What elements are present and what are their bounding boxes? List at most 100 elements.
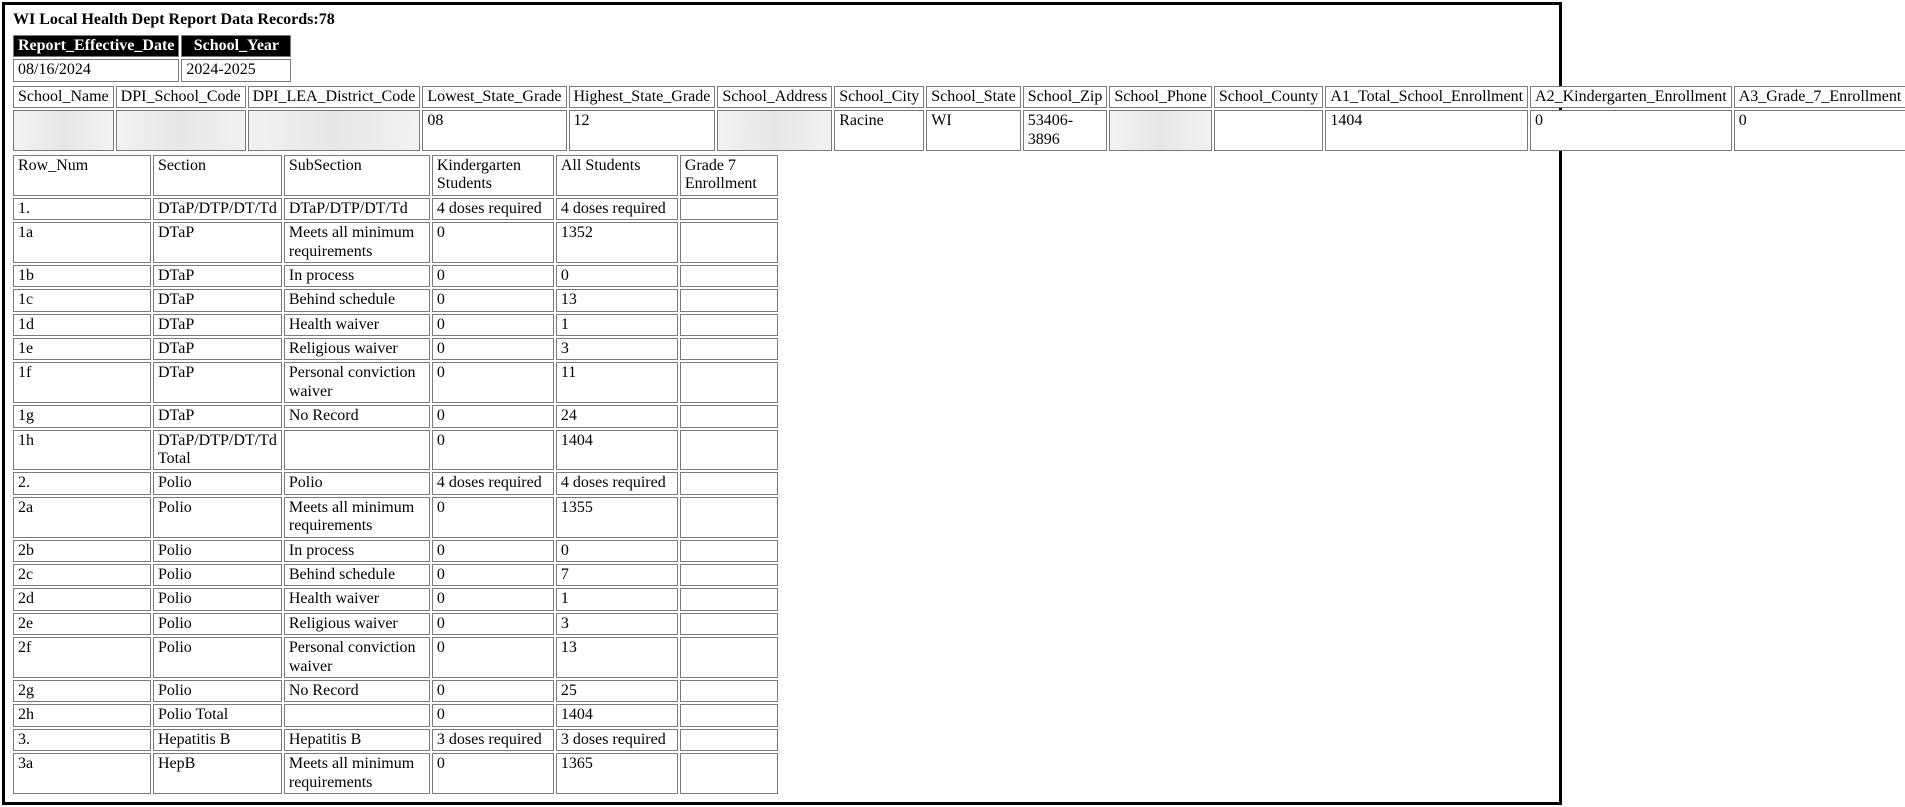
school-val-8: 53406-3896 xyxy=(1023,110,1108,151)
detail-cell xyxy=(680,637,778,678)
school-col-high-grade: Highest_State_Grade xyxy=(569,86,716,108)
table-row: 2aPolioMeets all minimum requirements013… xyxy=(13,497,778,538)
detail-cell: 2g xyxy=(13,680,151,702)
detail-cell: 1a xyxy=(13,222,151,263)
detail-cell xyxy=(680,753,778,794)
school-col-address: School_Address xyxy=(717,86,832,108)
detail-cell: Meets all minimum requirements xyxy=(284,497,430,538)
detail-cell xyxy=(680,222,778,263)
detail-cell: Meets all minimum requirements xyxy=(284,222,430,263)
school-val-13: 0 xyxy=(1734,110,1905,151)
detail-cell: DTaP/DTP/DT/Td xyxy=(284,198,430,220)
school-val-3: 08 xyxy=(422,110,566,151)
detail-cell xyxy=(680,362,778,403)
detail-cell: 0 xyxy=(432,338,554,360)
school-col-a1: A1_Total_School_Enrollment xyxy=(1325,86,1528,108)
detail-cell: 3. xyxy=(13,729,151,751)
detail-cell: 0 xyxy=(432,222,554,263)
detail-cell: No Record xyxy=(284,680,430,702)
detail-cell: 2c xyxy=(13,564,151,586)
page-title: WI Local Health Dept Report Data Records… xyxy=(11,9,1553,33)
detail-cell: Polio xyxy=(153,613,282,635)
detail-col-grade7: Grade 7 Enrollment xyxy=(680,155,778,196)
immunization-detail-table: Row_Num Section SubSection Kindergarten … xyxy=(11,153,780,796)
detail-cell: 4 doses required xyxy=(432,472,554,494)
school-col-dpi-lea: DPI_LEA_District_Code xyxy=(248,86,421,108)
detail-cell: DTaP xyxy=(153,338,282,360)
detail-cell: Polio Total xyxy=(153,704,282,726)
table-row: 2gPolioNo Record025 xyxy=(13,680,778,702)
detail-cell xyxy=(680,289,778,311)
detail-cell: 2d xyxy=(13,588,151,610)
detail-cell xyxy=(680,588,778,610)
detail-col-kinder: Kindergarten Students xyxy=(432,155,554,196)
detail-cell xyxy=(680,472,778,494)
detail-cell: 24 xyxy=(556,405,678,427)
hdr-col-school-year: School_Year xyxy=(181,35,291,57)
hdr-val-report-effective-date: 08/16/2024 xyxy=(13,59,179,81)
school-val-7: WI xyxy=(926,110,1020,151)
detail-cell: 4 doses required xyxy=(432,198,554,220)
detail-cell: DTaP xyxy=(153,289,282,311)
table-row: 1cDTaPBehind schedule013 xyxy=(13,289,778,311)
detail-cell: 13 xyxy=(556,637,678,678)
school-val-9 xyxy=(1109,110,1211,151)
detail-cell xyxy=(680,497,778,538)
detail-cell: 1h xyxy=(13,430,151,471)
table-row: 2fPolioPersonal conviction waiver013 xyxy=(13,637,778,678)
detail-col-subsection: SubSection xyxy=(284,155,430,196)
table-row: 2hPolio Total01404 xyxy=(13,704,778,726)
detail-cell: 3 xyxy=(556,338,678,360)
table-row: 1dDTaPHealth waiver01 xyxy=(13,314,778,336)
school-col-city: School_City xyxy=(834,86,924,108)
table-row: 1fDTaPPersonal conviction waiver011 xyxy=(13,362,778,403)
table-row: 1eDTaPReligious waiver03 xyxy=(13,338,778,360)
school-info-value-row: 0812 RacineWI53406-3896 140400 xyxy=(13,110,1905,151)
detail-cell: 1 xyxy=(556,314,678,336)
school-col-zip: School_Zip xyxy=(1023,86,1108,108)
detail-cell: 0 xyxy=(556,540,678,562)
detail-cell: 1365 xyxy=(556,753,678,794)
detail-cell xyxy=(680,338,778,360)
detail-col-section: Section xyxy=(153,155,282,196)
school-col-a2: A2_Kindergarten_Enrollment xyxy=(1530,86,1732,108)
detail-cell: 1c xyxy=(13,289,151,311)
detail-cell: Hepatitis B xyxy=(153,729,282,751)
detail-cell: 0 xyxy=(432,289,554,311)
detail-cell: DTaP xyxy=(153,265,282,287)
detail-cell xyxy=(680,198,778,220)
detail-col-rownum: Row_Num xyxy=(13,155,151,196)
table-row: 2dPolioHealth waiver01 xyxy=(13,588,778,610)
school-col-state: School_State xyxy=(926,86,1020,108)
detail-cell: Polio xyxy=(153,680,282,702)
detail-cell: 0 xyxy=(556,265,678,287)
table-row: 2ePolioReligious waiver03 xyxy=(13,613,778,635)
detail-cell: Polio xyxy=(153,540,282,562)
detail-cell: 1355 xyxy=(556,497,678,538)
detail-cell: 1d xyxy=(13,314,151,336)
detail-cell: DTaP/DTP/DT/Td Total xyxy=(153,430,282,471)
detail-cell: 1f xyxy=(13,362,151,403)
table-row: 3.Hepatitis BHepatitis B3 doses required… xyxy=(13,729,778,751)
detail-cell: Polio xyxy=(284,472,430,494)
detail-cell: Hepatitis B xyxy=(284,729,430,751)
school-col-a3: A3_Grade_7_Enrollment xyxy=(1734,86,1905,108)
detail-cell: 1404 xyxy=(556,704,678,726)
detail-cell xyxy=(680,405,778,427)
detail-cell: 0 xyxy=(432,540,554,562)
detail-cell: 25 xyxy=(556,680,678,702)
detail-cell: Health waiver xyxy=(284,314,430,336)
detail-cell: 13 xyxy=(556,289,678,311)
detail-cell: 0 xyxy=(432,680,554,702)
detail-cell: 4 doses required xyxy=(556,472,678,494)
detail-cell: 3 xyxy=(556,613,678,635)
table-row: 1aDTaPMeets all minimum requirements0135… xyxy=(13,222,778,263)
detail-cell: 0 xyxy=(432,430,554,471)
detail-cell: Polio xyxy=(153,637,282,678)
detail-cell: 1404 xyxy=(556,430,678,471)
detail-cell: In process xyxy=(284,265,430,287)
detail-cell: In process xyxy=(284,540,430,562)
detail-cell: 0 xyxy=(432,265,554,287)
detail-cell: Religious waiver xyxy=(284,338,430,360)
detail-cell xyxy=(680,430,778,471)
